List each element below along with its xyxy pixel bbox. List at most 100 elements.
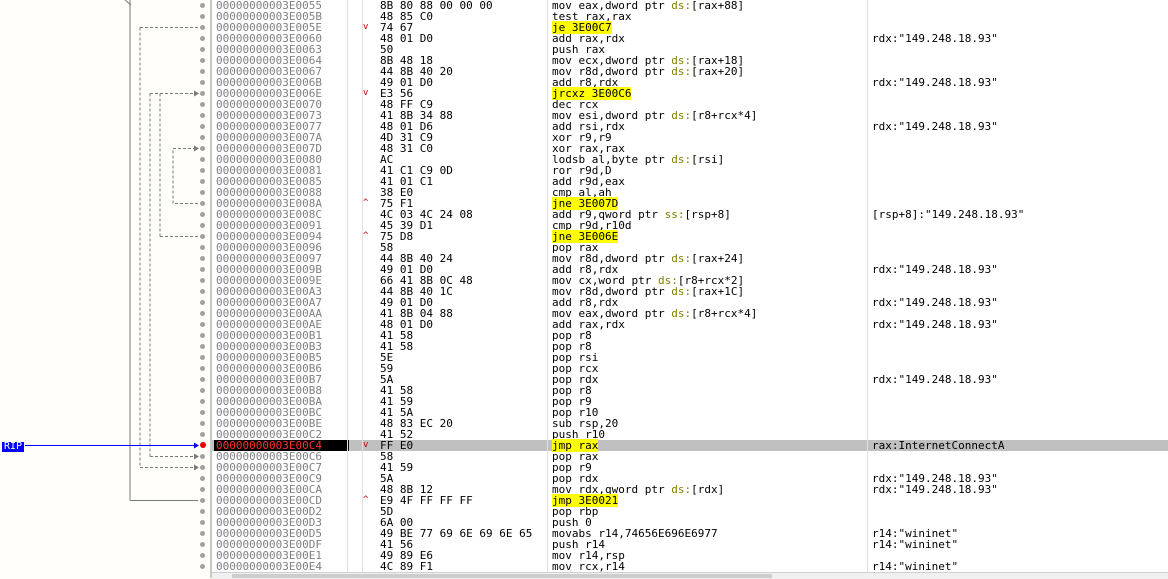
breakpoint-dot[interactable] — [200, 80, 205, 85]
disassembly-row[interactable]: 00000000003E00BE 48 83 EC 20 sub rsp,20 — [212, 418, 1168, 429]
breakpoint-dot[interactable] — [200, 454, 205, 459]
disassembly-row[interactable]: 00000000003E006B 49 01 D0 add r8,rdx rdx:"1… — [212, 77, 1168, 88]
disassembly-row[interactable]: 00000000003E0073 41 8B 34 88 mov esi,dword… — [212, 110, 1168, 121]
breakpoint-dot[interactable] — [200, 91, 205, 96]
breakpoint-dot[interactable] — [200, 509, 205, 514]
disassembly-row[interactable]: 00000000003E0077 48 01 D6 add rsi,rdx rdx:"… — [212, 121, 1168, 132]
breakpoint-dot[interactable] — [200, 278, 205, 283]
breakpoint-dot[interactable] — [200, 553, 205, 558]
jump-arrow-head — [194, 145, 199, 152]
breakpoint-dot[interactable] — [200, 399, 205, 404]
breakpoint-dot[interactable] — [200, 344, 205, 349]
breakpoint-dot[interactable] — [200, 135, 205, 140]
disassembly-row[interactable]: 00000000003E00B7 5A pop rdx rdx:"149.248.18… — [212, 374, 1168, 385]
disassembly-listing[interactable]: 00000000003E0055 8B 80 88 00 00 00 mov eax… — [212, 0, 1168, 572]
disassembly-row[interactable]: 00000000003E00CA 48 8B 12 mov rdx,qword pt… — [212, 484, 1168, 495]
breakpoint-dot[interactable] — [200, 190, 205, 195]
breakpoint-dot[interactable] — [200, 300, 205, 305]
disassembly-row[interactable]: 00000000003E0085 41 01 C1 add r9d,eax — [212, 176, 1168, 187]
disassembly-row[interactable]: 00000000003E0080 AC lodsb al,byte ptr ds:[… — [212, 154, 1168, 165]
comment-cell: r14:"wininet" — [872, 538, 959, 551]
breakpoint-dot[interactable] — [200, 531, 205, 536]
disassembly-row[interactable]: 00000000003E00B5 5E pop rsi — [212, 352, 1168, 363]
disassembly-row[interactable]: 00000000003E00BC 41 5A pop r10 — [212, 407, 1168, 418]
breakpoint-dot[interactable] — [200, 201, 205, 206]
breakpoint-dot[interactable] — [200, 421, 205, 426]
disassembly-row[interactable]: 00000000003E0094 ^ 75 D8 jne 3E006E — [212, 230, 1168, 243]
disassembly-row[interactable]: 00000000003E00E1 49 89 E6 mov r14,rsp — [212, 550, 1168, 561]
disassembly-row[interactable]: 00000000003E0097 44 8B 40 24 mov r8d,dword… — [212, 253, 1168, 264]
breakpoint-dot[interactable] — [200, 69, 205, 74]
breakpoint-dot[interactable] — [200, 124, 205, 129]
disassembly-row[interactable]: 00000000003E00C7 41 59 pop r9 — [212, 462, 1168, 473]
current-instruction-dot[interactable] — [200, 442, 206, 448]
disassembly-row[interactable]: 00000000003E006E v E3 56 jrcxz 3E00C6 — [212, 87, 1168, 100]
breakpoint-dot[interactable] — [200, 476, 205, 481]
breakpoint-dot[interactable] — [200, 102, 205, 107]
disassembly-row[interactable]: 00000000003E0088 38 E0 cmp al,ah — [212, 187, 1168, 198]
breakpoint-dot[interactable] — [200, 355, 205, 360]
breakpoint-dot[interactable] — [200, 256, 205, 261]
breakpoint-dot[interactable] — [200, 520, 205, 525]
breakpoint-dot[interactable] — [200, 289, 205, 294]
breakpoint-dot[interactable] — [200, 322, 205, 327]
breakpoint-dot[interactable] — [200, 498, 205, 503]
breakpoint-dot[interactable] — [200, 366, 205, 371]
breakpoint-dot[interactable] — [200, 234, 205, 239]
breakpoint-dot[interactable] — [200, 542, 205, 547]
disassembly-row[interactable]: 00000000003E00D5 49 BE 77 69 6E 69 6E 65 m… — [212, 528, 1168, 539]
disassembly-row[interactable]: 00000000003E0067 44 8B 40 20 mov r8d,dword… — [212, 66, 1168, 77]
breakpoint-dot[interactable] — [200, 465, 205, 470]
breakpoint-dot[interactable] — [200, 432, 205, 437]
breakpoint-dot[interactable] — [200, 377, 205, 382]
comment-cell: rdx:"149.248.18.93" — [872, 483, 998, 496]
breakpoint-dot[interactable] — [200, 3, 205, 8]
breakpoint-dot[interactable] — [200, 179, 205, 184]
scrollbar-thumb[interactable] — [232, 574, 772, 578]
disassembly-row[interactable]: 00000000003E005B 48 85 C0 test rax,rax — [212, 11, 1168, 22]
breakpoint-dot[interactable] — [200, 311, 205, 316]
disassembly-row[interactable]: 00000000003E00DF 41 56 push r14 r14:"winine… — [212, 539, 1168, 550]
breakpoint-dot[interactable] — [200, 168, 205, 173]
disassembly-row[interactable]: 00000000003E00B1 41 58 pop r8 — [212, 330, 1168, 341]
breakpoint-dot[interactable] — [200, 25, 205, 30]
breakpoint-dot[interactable] — [200, 36, 205, 41]
breakpoint-dot[interactable] — [200, 267, 205, 272]
disassembly-row[interactable]: 00000000003E0060 48 01 D0 add rax,rdx rdx:"… — [212, 33, 1168, 44]
disassembly-row[interactable]: 00000000003E00BA 41 59 pop r9 — [212, 396, 1168, 407]
breakpoint-dot[interactable] — [200, 113, 205, 118]
breakpoint-dot[interactable] — [200, 223, 205, 228]
disassembly-row[interactable]: 00000000003E00AE 48 01 D0 add rax,rdx rdx:"… — [212, 319, 1168, 330]
disassembly-row[interactable]: 00000000003E00CD ^ E9 4F FF FF FF jmp 3E002… — [212, 494, 1168, 507]
breakpoint-dot[interactable] — [200, 157, 205, 162]
disassembly-row[interactable]: 00000000003E0081 41 C1 C9 0D ror r9d,D — [212, 165, 1168, 176]
breakpoint-dot[interactable] — [200, 212, 205, 217]
disassembly-row[interactable]: 00000000003E007A 4D 31 C9 xor r9,r9 — [212, 132, 1168, 143]
breakpoint-dot[interactable] — [200, 333, 205, 338]
disassembly-row[interactable]: 00000000003E0091 45 39 D1 cmp r9d,r10d — [212, 220, 1168, 231]
breakpoint-dot[interactable] — [200, 146, 205, 151]
breakpoint-dot[interactable] — [200, 410, 205, 415]
disassembly-row[interactable]: 00000000003E00AA 41 8B 04 88 mov eax,dword… — [212, 308, 1168, 319]
disassembly-row[interactable]: 00000000003E00C2 41 52 push r10 — [212, 429, 1168, 440]
disassembly-row[interactable]: 00000000003E00B3 41 58 pop r8 — [212, 341, 1168, 352]
disassembly-row[interactable]: 00000000003E00C4 v FF E0 jmp rax rax:Interne… — [212, 439, 1168, 452]
breakpoint-dot[interactable] — [200, 47, 205, 52]
breakpoint-dot[interactable] — [200, 58, 205, 63]
disassembly-row[interactable]: 00000000003E00E4 4C 89 F1 mov rcx,r14 r14:"… — [212, 561, 1168, 572]
breakpoint-dot[interactable] — [200, 245, 205, 250]
breakpoint-dot[interactable] — [200, 14, 205, 19]
breakpoint-dot[interactable] — [200, 564, 205, 569]
disassembly-row[interactable]: 00000000003E00A3 44 8B 40 1C mov r8d,dword… — [212, 286, 1168, 297]
breakpoint-dot[interactable] — [200, 388, 205, 393]
comment-cell: rdx:"149.248.18.93" — [872, 263, 998, 276]
disassembly-row[interactable]: 00000000003E00D2 5D pop rbp — [212, 506, 1168, 517]
disassembly-row[interactable]: 00000000003E00B6 59 pop rcx — [212, 363, 1168, 374]
disassembly-row[interactable]: 00000000003E0055 8B 80 88 00 00 00 mov eax… — [212, 0, 1168, 11]
breakpoint-dot[interactable] — [200, 487, 205, 492]
bytes-cell: 4C 89 F1 — [380, 560, 433, 573]
disassembly-row[interactable]: 00000000003E005E v 74 67 je 3E00C7 — [212, 21, 1168, 34]
disassembly-row[interactable]: 00000000003E008C 4C 03 4C 24 08 add r9,qwo… — [212, 209, 1168, 220]
disassembly-row[interactable]: 00000000003E00B8 41 58 pop r8 — [212, 385, 1168, 396]
disassembly-row[interactable]: 00000000003E00C6 58 pop rax — [212, 451, 1168, 462]
